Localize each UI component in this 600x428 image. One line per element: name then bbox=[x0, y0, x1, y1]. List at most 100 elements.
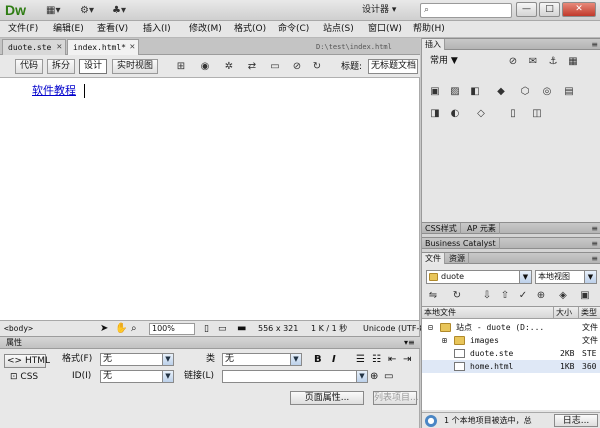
panel-menu-icon[interactable]: ≡ bbox=[591, 253, 598, 264]
tab-insert[interactable]: 插入 bbox=[422, 39, 445, 50]
tag-chooser-icon[interactable]: ◇ bbox=[474, 107, 488, 120]
menu-commands[interactable]: 命令(C) bbox=[278, 23, 309, 36]
panel-menu-icon[interactable]: ≡ bbox=[591, 238, 598, 249]
sync-icon[interactable]: ◈ bbox=[556, 289, 570, 302]
menu-file[interactable]: 文件(F) bbox=[8, 23, 38, 36]
design-view-button[interactable]: 设计 bbox=[79, 59, 107, 74]
file-row[interactable]: ⊟ 站点 - duote (D:... 文件 bbox=[422, 321, 600, 334]
tab-assets[interactable]: 资源 bbox=[446, 253, 469, 264]
widget-icon[interactable]: ▯ bbox=[506, 107, 520, 120]
table-icon[interactable]: ▦ bbox=[566, 55, 580, 68]
css-panel-header[interactable]: CSS样式 AP 元素 ≡ bbox=[422, 222, 600, 234]
link-input[interactable]: ▼ bbox=[222, 370, 368, 383]
list-item-button[interactable]: 列表项目... bbox=[373, 391, 419, 405]
live-view-button[interactable]: 实时视图 bbox=[112, 59, 158, 74]
page-properties-button[interactable]: 页面属性... bbox=[290, 391, 364, 405]
close-icon[interactable]: ✕ bbox=[130, 40, 135, 55]
menu-format[interactable]: 格式(O) bbox=[234, 23, 266, 36]
expand-icon[interactable]: ▣ bbox=[578, 289, 592, 302]
hyperlink-icon[interactable]: ⊘ bbox=[506, 55, 520, 68]
multiscreen-icon[interactable]: ⊞ bbox=[172, 59, 190, 74]
pointer-tool-icon[interactable]: ➤ bbox=[100, 323, 108, 335]
hand-tool-icon[interactable]: ✋ bbox=[115, 323, 127, 335]
desktop-icon[interactable]: ▬ bbox=[237, 323, 246, 335]
column-local-files[interactable]: 本地文件 bbox=[422, 307, 554, 319]
connect-icon[interactable]: ⇋ bbox=[426, 289, 440, 302]
unordered-list-icon[interactable]: ☰ bbox=[356, 353, 365, 366]
tab-ap-elements[interactable]: AP 元素 bbox=[464, 223, 500, 234]
insert-panel-header[interactable]: 插入 ≡ bbox=[422, 38, 600, 50]
div-icon[interactable]: ▣ bbox=[428, 85, 442, 98]
gear-icon[interactable]: ⚙▾ bbox=[80, 4, 94, 17]
site-select[interactable]: duote ▼ bbox=[426, 270, 532, 284]
close-button[interactable]: ✕ bbox=[562, 2, 596, 17]
menu-edit[interactable]: 编辑(E) bbox=[53, 23, 84, 36]
close-icon[interactable]: ✕ bbox=[57, 40, 62, 55]
menu-site[interactable]: 站点(S) bbox=[323, 23, 354, 36]
date-icon[interactable]: ◆ bbox=[494, 85, 508, 98]
menu-insert[interactable]: 插入(I) bbox=[143, 23, 171, 36]
bold-button[interactable]: B bbox=[314, 353, 322, 366]
layout-icon[interactable]: ▦▾ bbox=[46, 4, 60, 17]
tab-business-catalyst[interactable]: Business Catalyst bbox=[422, 238, 500, 249]
window-size[interactable]: 556 x 321 bbox=[258, 323, 298, 335]
script-icon[interactable]: ◨ bbox=[428, 107, 442, 120]
minimize-button[interactable]: — bbox=[516, 2, 537, 17]
preview-icon[interactable]: ◉ bbox=[196, 59, 214, 74]
file-row[interactable]: ⊞ images 文件 bbox=[422, 334, 600, 347]
zoom-tool-icon[interactable]: ⌕ bbox=[131, 323, 137, 335]
checkout-icon[interactable]: ✓ bbox=[516, 289, 530, 302]
expand-toggle-icon[interactable]: ⊟ bbox=[428, 321, 433, 334]
image-icon[interactable]: ▨ bbox=[448, 85, 462, 98]
search-input[interactable]: ⌕ bbox=[420, 3, 512, 18]
user-icon[interactable]: ♣▾ bbox=[112, 4, 126, 17]
email-icon[interactable]: ✉ bbox=[526, 55, 540, 68]
file-row[interactable]: duote.ste 2KB STE bbox=[422, 347, 600, 360]
menu-help[interactable]: 帮助(H) bbox=[413, 23, 445, 36]
head-icon[interactable]: ▤ bbox=[562, 85, 576, 98]
log-button[interactable]: 日志... bbox=[554, 414, 598, 427]
tab-duote-ste[interactable]: duote.ste ✕ bbox=[2, 39, 66, 55]
indent-icon[interactable]: ⇥ bbox=[403, 353, 411, 366]
workspace-switcher[interactable]: 设计器 ▾ bbox=[362, 4, 408, 17]
file-row[interactable]: home.html 1KB 360 bbox=[422, 360, 600, 373]
menu-view[interactable]: 查看(V) bbox=[97, 23, 128, 36]
compat-icon[interactable]: ⊘ bbox=[288, 59, 306, 74]
spry-icon[interactable]: ◫ bbox=[530, 107, 544, 120]
panel-menu-icon[interactable]: ▾≡ bbox=[404, 337, 415, 348]
view-select[interactable]: 本地视图 ▼ bbox=[535, 270, 597, 284]
validate-icon[interactable]: ▭ bbox=[266, 59, 284, 74]
properties-header[interactable]: 属性 ▾≡ bbox=[0, 336, 420, 349]
format-select[interactable]: 无 ▼ bbox=[100, 353, 174, 366]
refresh-icon[interactable]: ↻ bbox=[450, 289, 464, 302]
debug-icon[interactable]: ✲ bbox=[220, 59, 238, 74]
media-icon[interactable]: ◧ bbox=[468, 85, 482, 98]
insert-category-select[interactable]: 常用 ▼ bbox=[430, 55, 458, 68]
outdent-icon[interactable]: ⇤ bbox=[388, 353, 396, 366]
comment-icon[interactable]: ◎ bbox=[540, 85, 554, 98]
tab-files[interactable]: 文件 bbox=[422, 253, 445, 264]
zoom-select[interactable]: 100% bbox=[149, 323, 195, 335]
maximize-button[interactable]: □ bbox=[539, 2, 560, 17]
code-view-button[interactable]: 代码 bbox=[15, 59, 43, 74]
column-type[interactable]: 类型 bbox=[579, 307, 600, 319]
tablet-icon[interactable]: ▭ bbox=[218, 323, 227, 335]
anchor-icon[interactable]: ⚓ bbox=[546, 55, 560, 68]
refresh-icon[interactable]: ↻ bbox=[308, 59, 326, 74]
get-files-icon[interactable]: ⇩ bbox=[480, 289, 494, 302]
template-icon[interactable]: ◐ bbox=[448, 107, 462, 120]
tag-selector[interactable]: <body> bbox=[4, 323, 33, 335]
browse-folder-icon[interactable]: ▭ bbox=[384, 370, 393, 383]
split-view-button[interactable]: 拆分 bbox=[47, 59, 75, 74]
design-view[interactable]: 软件教程 bbox=[0, 78, 420, 320]
tab-index-html[interactable]: index.html* ✕ bbox=[67, 39, 139, 55]
class-select[interactable]: 无 ▼ bbox=[222, 353, 302, 366]
italic-button[interactable]: I bbox=[332, 353, 336, 366]
checkin-icon[interactable]: ⊕ bbox=[534, 289, 548, 302]
put-files-icon[interactable]: ⇧ bbox=[498, 289, 512, 302]
html-mode-button[interactable]: <> HTML bbox=[4, 354, 50, 368]
bc-panel-header[interactable]: Business Catalyst ≡ bbox=[422, 237, 600, 249]
title-input[interactable]: 无标题文档 bbox=[368, 59, 418, 74]
window-size-icon[interactable]: ▯ bbox=[204, 323, 209, 335]
content-link[interactable]: 软件教程 bbox=[32, 84, 76, 98]
